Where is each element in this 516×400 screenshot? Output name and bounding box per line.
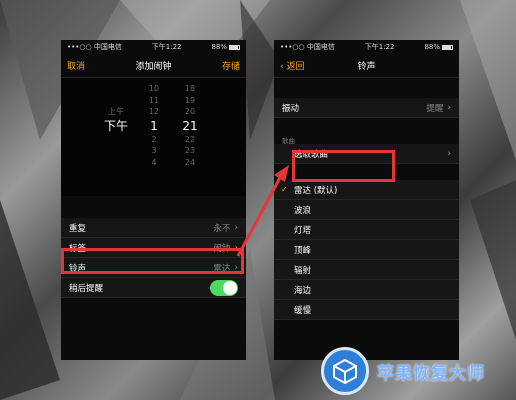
carrier-label: •••○○ 中国电信: [67, 43, 122, 51]
picker-option: 2: [151, 134, 157, 144]
alarm-screen: •••○○ 中国电信 下午1:22 88% 取消 添加闹钟 存储 上午 下午 1…: [61, 40, 246, 360]
nav-bar: 取消 添加闹钟 存储: [61, 54, 246, 78]
page-title: 添加闹钟: [135, 62, 172, 72]
picker-option-selected: 下午: [103, 118, 128, 133]
cancel-button[interactable]: 取消: [67, 59, 85, 72]
picker-option: 11: [148, 95, 160, 105]
highlight-box-pick-song: [292, 150, 395, 182]
row-label: 振动: [282, 103, 300, 114]
status-time: 下午1:22: [151, 43, 182, 51]
chevron-right-icon: ›: [447, 148, 451, 159]
battery-percent: 88%: [424, 43, 440, 51]
row-label: 重复: [69, 223, 87, 234]
battery-percent: 88%: [211, 43, 227, 51]
repeat-row[interactable]: 重复 永不 ›: [61, 218, 246, 238]
row-value: 提醒: [426, 103, 444, 114]
list-item[interactable]: 灯塔: [274, 220, 459, 240]
list-item[interactable]: 波浪: [274, 200, 459, 220]
highlight-box-sound: [61, 248, 244, 274]
picker-option: 上午: [108, 107, 124, 116]
battery-icon: [442, 44, 453, 50]
list-item[interactable]: 辐射: [274, 260, 459, 280]
hour-column[interactable]: 10 11 12 1 2 3 4: [143, 83, 165, 168]
status-time: 下午1:22: [364, 43, 395, 51]
picker-option: 19: [184, 95, 196, 105]
section-header: 歌曲: [282, 137, 295, 145]
status-bar: •••○○ 中国电信 下午1:22 88%: [274, 40, 459, 54]
nav-bar: ‹ 返回 铃声: [274, 54, 459, 78]
picker-option: 20: [184, 107, 196, 116]
carrier-label: •••○○ 中国电信: [280, 43, 335, 51]
picker-option-selected: 1: [150, 118, 158, 133]
row-label: 稍后提醒: [69, 283, 104, 294]
time-picker[interactable]: 上午 下午 10 11 12 1 2 3 4 18 19 20 21 22 23…: [61, 78, 246, 196]
picker-option: 12: [148, 107, 160, 116]
picker-option: 18: [184, 84, 196, 93]
checkmark-icon: ✓: [281, 185, 288, 194]
vibration-row[interactable]: 振动 提醒 ›: [274, 98, 459, 118]
snooze-toggle[interactable]: [210, 279, 238, 296]
save-button[interactable]: 存储: [222, 59, 240, 72]
picker-option: 22: [184, 134, 196, 144]
picker-option: 4: [151, 157, 157, 167]
tone-list: ✓ 雷达 (默认) 波浪 灯塔 顶峰 辐射 海边 缓慢: [274, 180, 459, 320]
picker-option-selected: 21: [182, 118, 198, 133]
picker-option: 24: [184, 157, 196, 167]
picker-option: 10: [148, 84, 160, 93]
minute-column[interactable]: 18 19 20 21 22 23 24: [179, 83, 201, 168]
chevron-right-icon: ›: [447, 102, 451, 113]
snooze-row: 稍后提醒: [61, 278, 246, 298]
picker-option: 3: [151, 146, 157, 155]
list-item[interactable]: 缓慢: [274, 300, 459, 320]
back-button[interactable]: ‹ 返回: [280, 59, 304, 72]
battery-icon: [229, 44, 240, 50]
row-value: 永不: [213, 223, 231, 234]
watermark-text: 苹果恢复大师: [377, 363, 485, 384]
chevron-right-icon: ›: [234, 222, 238, 233]
list-item[interactable]: 顶峰: [274, 240, 459, 260]
watermark: 苹果恢复大师: [321, 347, 485, 395]
picker-option: 23: [184, 146, 196, 155]
status-bar: •••○○ 中国电信 下午1:22 88%: [61, 40, 246, 54]
sound-screen: •••○○ 中国电信 下午1:22 88% ‹ 返回 铃声 振动 提醒 › 歌曲 …: [274, 40, 459, 360]
list-item[interactable]: 海边: [274, 280, 459, 300]
ampm-column[interactable]: 上午 下午: [101, 106, 131, 134]
list-item[interactable]: ✓ 雷达 (默认): [274, 180, 459, 200]
cube-icon: [321, 347, 369, 395]
